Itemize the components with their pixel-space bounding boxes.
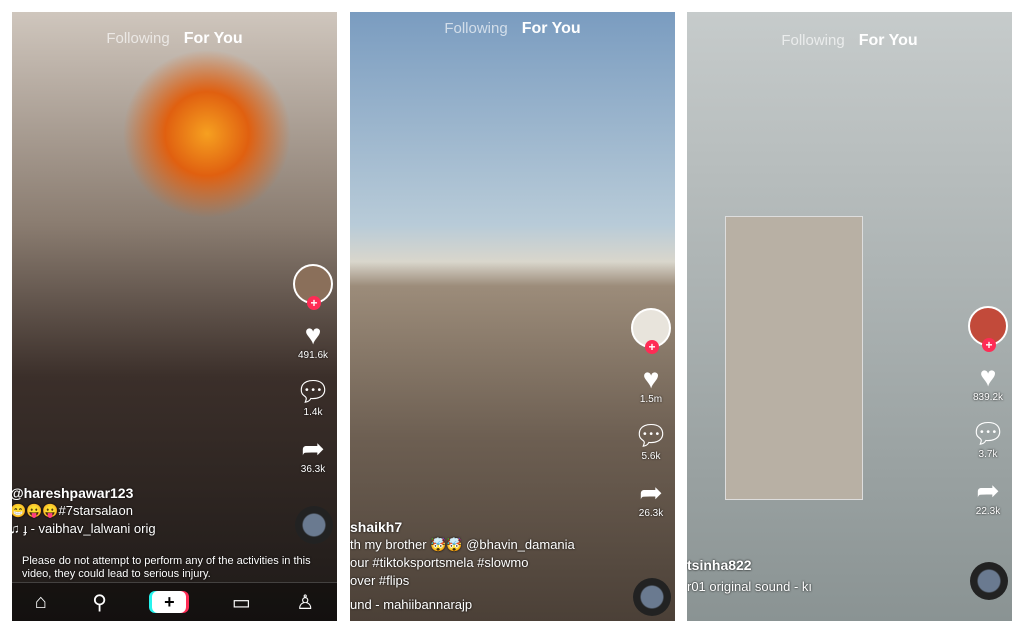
caption-line: over #flips	[350, 573, 410, 588]
music-disc[interactable]	[970, 562, 1008, 600]
video-panel-3[interactable]: Following For You + ♥ 839.2k 💬︎ 3.7k ➦ 22.3k…	[687, 12, 1012, 621]
caption-line: our #tiktoksportsmela #slowmo	[350, 555, 529, 570]
follow-plus-icon[interactable]: +	[645, 340, 659, 354]
sound-name[interactable]: und - mahiibannarajp	[350, 596, 575, 614]
share-icon[interactable]: ➦	[966, 476, 1010, 506]
share-icon[interactable]: ➦	[629, 478, 673, 508]
caption: shaikh7 th my brother 🤯🤯 @bhavin_damania…	[350, 518, 575, 614]
action-bar: + ♥ 1.5m 💬︎ 5.6k ➦ 26.3k	[629, 308, 673, 519]
banknote-image	[725, 216, 863, 500]
tab-following[interactable]: Following	[444, 20, 507, 37]
comment-icon[interactable]: 💬︎	[966, 419, 1010, 449]
tab-for-you[interactable]: For You	[184, 30, 243, 47]
sound-name[interactable]: r01 original sound - kı	[687, 578, 812, 596]
action-bar: + ♥ 491.6k 💬︎ 1.4k ➦ 36.3k	[291, 264, 335, 475]
feed-tabs: Following For You	[687, 32, 1012, 50]
caption: @hareshpawar123 😁😛😛#7starsalaon ♫ ɟ - va…	[12, 484, 156, 538]
heart-icon[interactable]: ♥	[291, 320, 335, 350]
music-disc[interactable]	[633, 578, 671, 616]
caption: tsinha822 r01 original sound - kı	[687, 556, 812, 596]
bottom-nav: ⌂ ⚲ + ▭ ♙	[12, 582, 337, 621]
heart-icon[interactable]: ♥	[629, 364, 673, 394]
creator-avatar[interactable]: +	[968, 306, 1008, 352]
share-count: 26.3k	[638, 508, 664, 519]
share-count: 22.3k	[975, 506, 1001, 517]
search-icon[interactable]: ⚲	[92, 590, 107, 615]
feed-tabs: Following For You	[350, 20, 675, 38]
comment-icon[interactable]: 💬︎	[629, 421, 673, 451]
like-count: 839.2k	[972, 392, 1004, 403]
username[interactable]: tsinha822	[687, 556, 812, 574]
tab-following[interactable]: Following	[106, 30, 169, 47]
feed-tabs: Following For You	[12, 30, 337, 48]
heart-icon[interactable]: ♥	[966, 362, 1010, 392]
profile-icon[interactable]: ♙	[296, 590, 314, 615]
comment-count: 1.4k	[303, 407, 323, 418]
create-button[interactable]: +	[152, 591, 187, 613]
caption-text: 😁😛😛#7starsalaon	[12, 503, 133, 518]
share-count: 36.3k	[300, 464, 326, 475]
caption-line: th my brother 🤯🤯 @bhavin_damania	[350, 537, 575, 552]
username[interactable]: @hareshpawar123	[12, 484, 156, 502]
username[interactable]: shaikh7	[350, 518, 575, 536]
tab-for-you[interactable]: For You	[522, 20, 581, 37]
share-icon[interactable]: ➦	[291, 434, 335, 464]
home-icon[interactable]: ⌂	[35, 591, 47, 614]
inbox-icon[interactable]: ▭	[232, 590, 251, 615]
safety-warning: Please do not attempt to perform any of …	[22, 555, 311, 580]
creator-avatar[interactable]: +	[293, 264, 333, 310]
comment-count: 5.6k	[641, 451, 661, 462]
creator-avatar[interactable]: +	[631, 308, 671, 354]
video-panel-1[interactable]: Following For You + ♥ 491.6k 💬︎ 1.4k ➦ 36.3k…	[12, 12, 337, 621]
follow-plus-icon[interactable]: +	[982, 338, 996, 352]
like-count: 1.5m	[639, 394, 663, 405]
like-count: 491.6k	[297, 350, 329, 361]
tab-following[interactable]: Following	[781, 32, 844, 49]
action-bar: + ♥ 839.2k 💬︎ 3.7k ➦ 22.3k	[966, 306, 1010, 517]
sound-name[interactable]: ♫ ɟ - vaibhav_lalwani orig	[12, 520, 156, 538]
follow-plus-icon[interactable]: +	[307, 296, 321, 310]
comment-icon[interactable]: 💬︎	[291, 377, 335, 407]
comment-count: 3.7k	[978, 449, 998, 460]
video-panel-2[interactable]: Following For You + ♥ 1.5m 💬︎ 5.6k ➦ 26.3k s…	[350, 12, 675, 621]
music-disc[interactable]	[295, 506, 333, 544]
tab-for-you[interactable]: For You	[859, 32, 918, 49]
